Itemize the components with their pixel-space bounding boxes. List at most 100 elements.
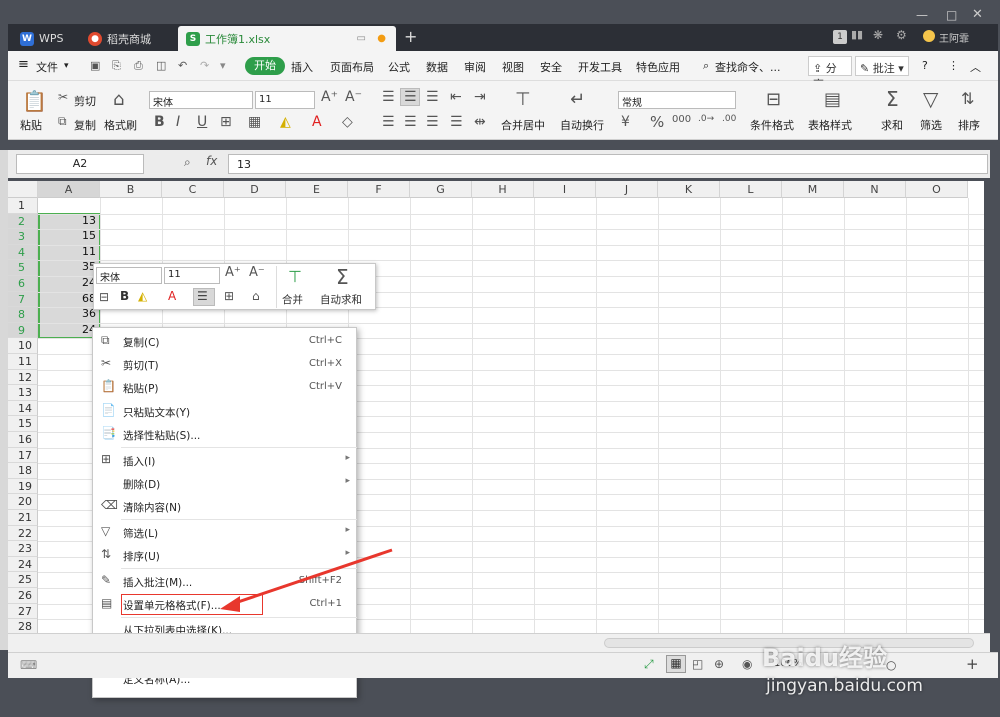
settings-icon[interactable]: ⚙ xyxy=(896,28,907,42)
row-header[interactable]: 3 xyxy=(8,229,38,245)
distributed-icon[interactable]: ⇹ xyxy=(474,114,486,130)
row-header[interactable]: 19 xyxy=(8,478,38,495)
context-menu-item[interactable]: ⌫ 清除内容(N) xyxy=(93,495,356,518)
conditional-format-button[interactable]: 条件格式 xyxy=(750,117,794,133)
export-pdf-icon[interactable]: ⎘ xyxy=(112,59,121,73)
tab-insert[interactable]: 插入 xyxy=(291,59,313,75)
mini-border-icon[interactable]: ⊞ xyxy=(224,289,234,303)
row-header[interactable]: 21 xyxy=(8,510,38,526)
mini-clear-icon[interactable]: ⌂ xyxy=(252,289,260,303)
context-menu-item[interactable]: ▽ 筛选(L) ▸ xyxy=(93,521,356,544)
row-header[interactable]: 25 xyxy=(8,572,38,588)
percent-button[interactable]: % xyxy=(650,113,664,131)
command-search[interactable]: 查找命令、... xyxy=(715,59,781,75)
tab-start[interactable]: 开始 xyxy=(245,57,285,75)
cut-icon[interactable]: ✂ xyxy=(58,90,68,104)
context-menu-item[interactable]: 删除(D) ▸ xyxy=(93,472,356,495)
thousands-icon[interactable]: 000 xyxy=(672,114,691,125)
tab-workbook[interactable]: S 工作簿1.xlsx ▭ ● xyxy=(178,26,396,51)
row-header[interactable]: 11 xyxy=(8,354,38,370)
tab-security[interactable]: 安全 xyxy=(540,59,562,75)
tab-page-layout[interactable]: 页面布局 xyxy=(330,59,374,75)
copy-button[interactable]: 复制 xyxy=(74,117,96,133)
context-menu-item[interactable]: ⧉ 复制(C) Ctrl+C xyxy=(93,330,356,353)
formula-input[interactable]: 13 xyxy=(228,154,988,174)
zoom-in-icon[interactable]: + xyxy=(966,655,979,673)
row-header[interactable]: 8 xyxy=(8,307,38,323)
zoom-search-icon[interactable]: ⌕ xyxy=(184,155,191,170)
indent-right-icon[interactable]: ⇥ xyxy=(474,89,486,105)
more-icon[interactable]: ▾ xyxy=(220,59,226,72)
format-painter-button[interactable]: 格式刷 xyxy=(104,117,137,133)
eye-protect-icon[interactable]: ◉ xyxy=(742,657,752,671)
zoom-slider-knob[interactable]: ○ xyxy=(886,658,896,672)
tab-developer[interactable]: 开发工具 xyxy=(578,59,622,75)
paste-icon[interactable]: 📋 xyxy=(22,89,47,113)
status-icon[interactable]: ⌨ xyxy=(20,658,37,672)
mini-sum-icon[interactable]: Σ xyxy=(336,265,349,289)
table-style-icon[interactable]: ▤ xyxy=(824,89,841,110)
share-button[interactable]: ⇪ 分享 xyxy=(808,56,852,91)
row-header[interactable]: 28 xyxy=(8,619,38,633)
reading-view-icon[interactable]: ⊕ xyxy=(714,657,724,671)
print-preview-icon[interactable]: ◫ xyxy=(156,59,166,72)
italic-icon[interactable]: I xyxy=(176,114,180,130)
align-bottom-icon[interactable]: ☰ xyxy=(426,89,439,105)
row-header[interactable]: 10 xyxy=(8,338,38,354)
context-menu-item[interactable]: ▤ 设置单元格格式(F)... Ctrl+1 xyxy=(93,593,356,616)
column-header-H[interactable]: H xyxy=(472,181,534,198)
row-header[interactable]: 13 xyxy=(8,385,38,401)
mini-fill-color-icon[interactable]: ◭ xyxy=(138,289,147,303)
mini-merge-icon[interactable]: ⊤ xyxy=(288,267,302,286)
column-header-C[interactable]: C xyxy=(162,181,224,198)
mini-increase-font-icon[interactable]: A⁺ xyxy=(225,265,241,280)
name-box[interactable]: A2 xyxy=(16,154,144,174)
filter-button[interactable]: 筛选 xyxy=(920,117,942,133)
tab-data[interactable]: 数据 xyxy=(426,59,448,75)
column-header-F[interactable]: F xyxy=(348,181,410,198)
row-header[interactable]: 16 xyxy=(8,432,38,448)
row-header[interactable]: 1 xyxy=(8,198,38,214)
align-center-icon[interactable]: ☰ xyxy=(404,114,417,130)
merge-center-icon[interactable]: ⊤ xyxy=(515,89,531,110)
tab-docer[interactable]: ● 稻壳商城 xyxy=(80,26,175,51)
increase-font-icon[interactable]: A⁺ xyxy=(321,89,338,105)
redo-icon[interactable]: ↷ xyxy=(200,59,209,72)
filter-icon[interactable]: ▽ xyxy=(923,87,938,111)
column-header-J[interactable]: J xyxy=(596,181,658,198)
file-menu[interactable]: 文件 xyxy=(36,59,58,75)
row-header[interactable]: 7 xyxy=(8,291,38,308)
tab-wps[interactable]: W WPS xyxy=(12,26,77,51)
minimize-icon[interactable]: — xyxy=(916,8,928,22)
fullscreen-icon[interactable]: ⤢ xyxy=(644,657,654,672)
decrease-font-icon[interactable]: A⁻ xyxy=(345,89,362,105)
align-left-icon[interactable]: ☰ xyxy=(382,114,395,130)
normal-view-icon[interactable]: ▦ xyxy=(666,655,686,673)
clear-format-icon[interactable]: ◇ xyxy=(342,114,353,130)
tab-features[interactable]: 特色应用 xyxy=(636,59,680,75)
row-header[interactable]: 14 xyxy=(8,400,38,417)
column-header-E[interactable]: E xyxy=(286,181,348,198)
column-header-A[interactable]: A xyxy=(38,181,100,198)
more-options-icon[interactable]: ⋮ xyxy=(948,59,959,72)
fill-style-icon[interactable]: ▦ xyxy=(248,114,261,130)
bold-icon[interactable]: B xyxy=(154,114,165,130)
row-header[interactable]: 24 xyxy=(8,556,38,573)
collapse-ribbon-icon[interactable]: ︿ xyxy=(970,59,981,75)
select-all-corner[interactable] xyxy=(8,181,38,198)
row-header[interactable]: 22 xyxy=(8,525,38,542)
row-header[interactable]: 18 xyxy=(8,463,38,479)
maximize-icon[interactable]: □ xyxy=(946,8,957,22)
row-header[interactable]: 20 xyxy=(8,494,38,510)
table-style-button[interactable]: 表格样式 xyxy=(808,117,852,133)
cut-button[interactable]: 剪切 xyxy=(74,93,96,109)
sort-button[interactable]: 排序 xyxy=(958,117,980,133)
decrease-decimal-icon[interactable]: .00 xyxy=(722,114,736,124)
sum-icon[interactable]: Σ xyxy=(886,87,899,111)
paste-button[interactable]: 粘贴 xyxy=(20,117,42,133)
column-header-K[interactable]: K xyxy=(658,181,720,198)
wrap-text-button[interactable]: 自动换行 xyxy=(560,117,604,133)
column-header-G[interactable]: G xyxy=(410,181,472,198)
row-header[interactable]: 12 xyxy=(8,369,38,386)
tab-view[interactable]: 视图 xyxy=(502,59,524,75)
